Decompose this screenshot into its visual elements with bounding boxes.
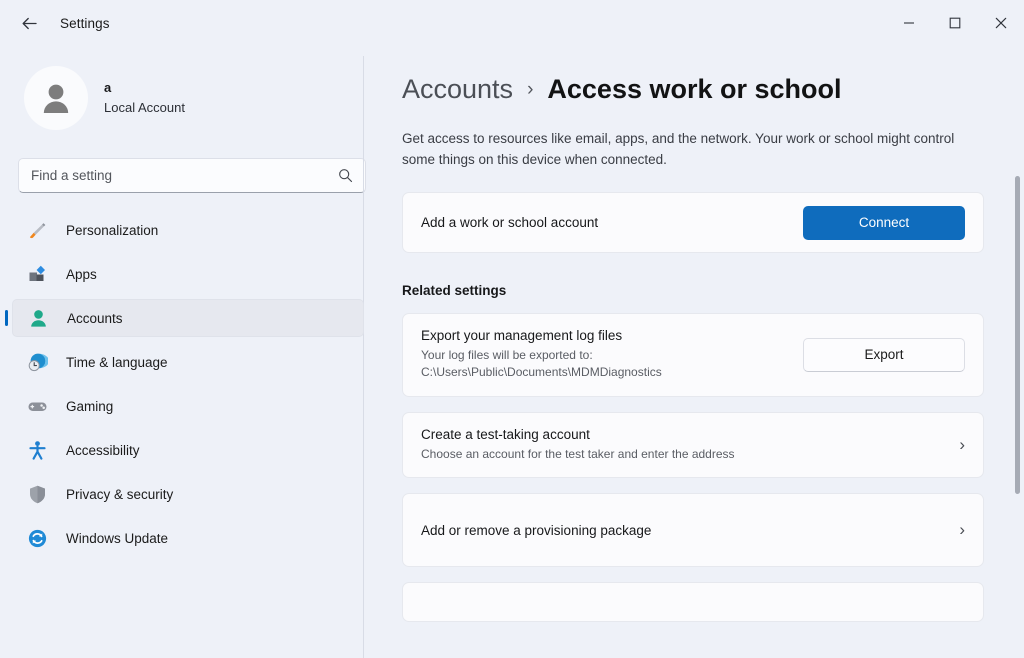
page-description: Get access to resources like email, apps… bbox=[402, 131, 955, 167]
apps-blocks-icon bbox=[26, 263, 48, 285]
minimize-button[interactable] bbox=[886, 0, 932, 46]
sidebar: a Local Account Person bbox=[0, 46, 388, 658]
paintbrush-icon bbox=[26, 219, 48, 241]
shield-icon bbox=[26, 483, 48, 505]
globe-clock-icon bbox=[26, 351, 48, 373]
sidebar-item-label: Personalization bbox=[66, 222, 159, 238]
page-title: Access work or school bbox=[547, 74, 842, 104]
content-area: a Local Account Person bbox=[0, 46, 1024, 658]
test-account-title: Create a test-taking account bbox=[421, 426, 590, 442]
sidebar-item-time-language[interactable]: Time & language bbox=[12, 343, 364, 381]
sidebar-item-gaming[interactable]: Gaming bbox=[12, 387, 364, 425]
update-refresh-icon bbox=[26, 527, 48, 549]
sidebar-item-label: Accessibility bbox=[66, 442, 140, 458]
breadcrumb: Accounts › Access work or school bbox=[402, 74, 984, 105]
connect-button[interactable]: Connect bbox=[803, 205, 965, 240]
main-panel: Accounts › Access work or school Get acc… bbox=[388, 46, 1024, 658]
scrollbar-thumb[interactable] bbox=[1015, 176, 1020, 494]
sidebar-item-label: Gaming bbox=[66, 398, 114, 414]
profile-name: a bbox=[104, 80, 112, 96]
sidebar-item-label: Accounts bbox=[67, 310, 123, 326]
main-scrollbar[interactable] bbox=[1014, 106, 1021, 654]
chevron-right-icon: › bbox=[959, 520, 965, 540]
close-icon bbox=[995, 17, 1007, 29]
export-log-files-card: Export your management log files Your lo… bbox=[402, 313, 984, 397]
breadcrumb-separator-icon: › bbox=[527, 78, 534, 100]
maximize-icon bbox=[949, 17, 961, 29]
game-controller-icon bbox=[26, 395, 48, 417]
person-avatar-icon bbox=[43, 84, 69, 113]
export-button[interactable]: Export bbox=[803, 337, 965, 372]
sidebar-nav: Personalization Apps Accounts Time & lan… bbox=[0, 211, 388, 557]
sidebar-item-label: Windows Update bbox=[66, 530, 169, 546]
breadcrumb-parent[interactable]: Accounts bbox=[402, 74, 513, 105]
export-card-subtitle: Your log files will be exported to: C:\U… bbox=[421, 348, 662, 380]
next-card-partial[interactable] bbox=[402, 582, 984, 623]
minimize-icon bbox=[904, 22, 914, 24]
add-work-school-account-card: Add a work or school account Connect bbox=[402, 192, 984, 254]
search-icon[interactable] bbox=[338, 168, 353, 183]
app-title: Settings bbox=[60, 15, 110, 31]
sidebar-item-windows-update[interactable]: Windows Update bbox=[12, 519, 364, 557]
search-box[interactable] bbox=[18, 158, 366, 193]
sidebar-item-accounts[interactable]: Accounts bbox=[12, 299, 364, 337]
sidebar-item-accessibility[interactable]: Accessibility bbox=[12, 431, 364, 469]
maximize-button[interactable] bbox=[932, 0, 978, 46]
back-arrow-icon bbox=[22, 17, 37, 29]
person-account-icon bbox=[27, 307, 49, 329]
related-settings-heading: Related settings bbox=[402, 283, 507, 299]
create-test-taking-account-card[interactable]: Create a test-taking account Choose an a… bbox=[402, 411, 984, 479]
sidebar-item-label: Time & language bbox=[66, 354, 168, 370]
profile-card[interactable]: a Local Account bbox=[18, 60, 268, 136]
provisioning-package-card[interactable]: Add or remove a provisioning package › bbox=[402, 493, 984, 568]
search-input[interactable] bbox=[31, 168, 338, 183]
title-bar: Settings bbox=[0, 0, 1024, 46]
sidebar-item-privacy-security[interactable]: Privacy & security bbox=[12, 475, 364, 513]
avatar bbox=[24, 66, 88, 130]
sidebar-item-label: Apps bbox=[66, 266, 97, 282]
profile-account-type: Local Account bbox=[104, 100, 185, 115]
add-account-title: Add a work or school account bbox=[421, 215, 599, 231]
test-account-subtitle: Choose an account for the test taker and… bbox=[421, 446, 735, 461]
sidebar-item-label: Privacy & security bbox=[66, 486, 174, 502]
accessibility-person-icon bbox=[26, 439, 48, 461]
export-card-title: Export your management log files bbox=[421, 328, 623, 344]
sidebar-item-apps[interactable]: Apps bbox=[12, 255, 364, 293]
window-controls bbox=[886, 0, 1024, 46]
chevron-right-icon: › bbox=[959, 435, 965, 454]
provisioning-title: Add or remove a provisioning package bbox=[421, 522, 652, 538]
close-button[interactable] bbox=[978, 0, 1024, 46]
sidebar-item-personalization[interactable]: Personalization bbox=[12, 211, 364, 249]
back-button[interactable] bbox=[12, 8, 46, 38]
